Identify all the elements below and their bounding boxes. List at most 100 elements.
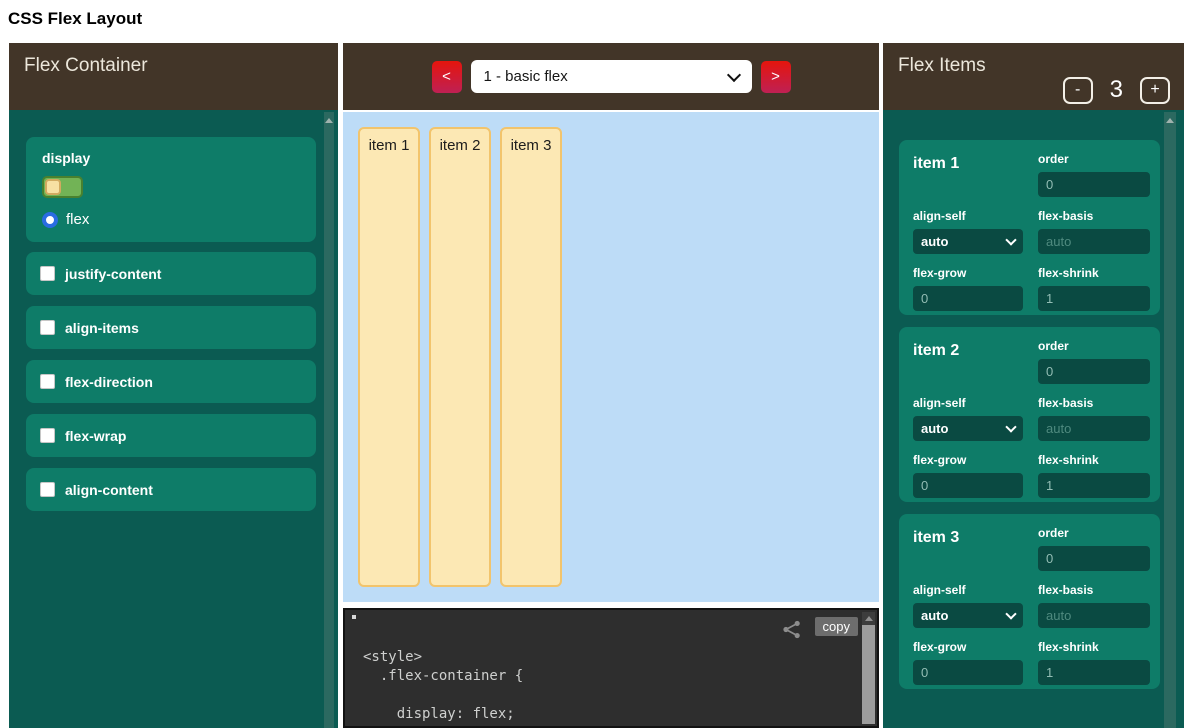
display-toggle[interactable] (42, 176, 83, 198)
order-input[interactable] (1038, 359, 1150, 384)
property-card-flex-wrap[interactable]: flex-wrap (26, 414, 316, 457)
flex-container-panel-body: display flex justify-content align-item (9, 110, 338, 728)
align-self-select-value: auto (921, 421, 948, 436)
right-panel-scrollbar[interactable] (1164, 112, 1176, 728)
chevron-down-icon (1005, 421, 1016, 432)
remove-item-button[interactable]: - (1063, 77, 1093, 104)
code-cursor-dot (352, 615, 356, 619)
chevron-down-icon (1005, 234, 1016, 245)
display-flex-option-label: flex (66, 211, 89, 228)
order-label: order (1038, 152, 1150, 166)
item-settings-card-1: item 1 order align-self auto (899, 140, 1160, 315)
example-picker-bar: < 1 - basic flex > (343, 43, 879, 110)
align-self-label: align-self (913, 209, 1023, 223)
flex-preview-container: item 1 item 2 item 3 (343, 112, 879, 602)
display-label: display (42, 150, 300, 166)
preview-flex-item: item 1 (358, 127, 420, 587)
property-card-justify-content[interactable]: justify-content (26, 252, 316, 295)
align-self-select-value: auto (921, 608, 948, 623)
order-label: order (1038, 339, 1150, 353)
property-label: align-content (65, 482, 153, 498)
scrollbar-thumb[interactable] (862, 625, 875, 724)
code-snippet: <style> .flex-container { display: flex; (363, 648, 855, 724)
flex-basis-label: flex-basis (1038, 209, 1150, 223)
next-example-button[interactable]: > (761, 61, 791, 93)
flex-shrink-field: flex-shrink (1038, 266, 1150, 311)
flex-basis-label: flex-basis (1038, 396, 1150, 410)
flex-grow-input[interactable] (913, 473, 1023, 498)
align-self-label: align-self (913, 583, 1023, 597)
display-card: display flex (26, 137, 316, 242)
checkbox-unchecked-icon[interactable] (40, 428, 55, 443)
order-field: order (1038, 339, 1150, 384)
preview-flex-item: item 2 (429, 127, 491, 587)
checkbox-unchecked-icon[interactable] (40, 266, 55, 281)
flex-basis-input[interactable] (1038, 416, 1150, 441)
code-panel-scrollbar[interactable] (862, 612, 875, 724)
flex-container-panel: Flex Container display flex justify-cont… (9, 43, 338, 728)
flex-grow-input[interactable] (913, 660, 1023, 685)
item-card-title: item 1 (913, 152, 1023, 197)
order-input[interactable] (1038, 172, 1150, 197)
flex-shrink-field: flex-shrink (1038, 453, 1150, 498)
chevron-down-icon (1005, 608, 1016, 619)
flex-grow-field: flex-grow (913, 266, 1023, 311)
checkbox-unchecked-icon[interactable] (40, 320, 55, 335)
property-card-align-content[interactable]: align-content (26, 468, 316, 511)
prev-example-button[interactable]: < (432, 61, 462, 93)
display-toggle-knob[interactable] (45, 179, 61, 195)
page-title: CSS Flex Layout (8, 9, 142, 29)
property-label: align-items (65, 320, 139, 336)
flex-shrink-label: flex-shrink (1038, 266, 1150, 280)
align-self-select[interactable]: auto (913, 416, 1023, 441)
left-panel-scrollbar[interactable] (324, 112, 334, 728)
order-field: order (1038, 152, 1150, 197)
add-item-button[interactable]: + (1140, 77, 1170, 104)
flex-shrink-input[interactable] (1038, 660, 1150, 685)
item-card-title: item 2 (913, 339, 1023, 384)
checkbox-unchecked-icon[interactable] (40, 482, 55, 497)
preview-flex-item: item 3 (500, 127, 562, 587)
code-line (363, 686, 855, 705)
align-self-field: align-self auto (913, 583, 1023, 628)
flex-basis-input[interactable] (1038, 229, 1150, 254)
display-flex-option[interactable]: flex (42, 211, 300, 228)
flex-shrink-field: flex-shrink (1038, 640, 1150, 685)
code-line: <style> (363, 648, 855, 667)
scroll-up-arrow-icon[interactable] (865, 616, 873, 621)
property-card-flex-direction[interactable]: flex-direction (26, 360, 316, 403)
flex-shrink-label: flex-shrink (1038, 640, 1150, 654)
flex-container-panel-header: Flex Container (9, 43, 338, 110)
property-label: flex-wrap (65, 428, 126, 444)
property-card-align-items[interactable]: align-items (26, 306, 316, 349)
flex-grow-input[interactable] (913, 286, 1023, 311)
flex-container-panel-title: Flex Container (24, 55, 323, 77)
order-input[interactable] (1038, 546, 1150, 571)
flex-items-panel: Flex Items - 3 + item 1 order (883, 43, 1184, 728)
scroll-up-arrow-icon[interactable] (325, 118, 333, 123)
scroll-up-arrow-icon[interactable] (1166, 118, 1174, 123)
chevron-down-icon (726, 67, 740, 81)
radio-checked-icon[interactable] (42, 212, 58, 228)
flex-shrink-input[interactable] (1038, 473, 1150, 498)
flex-basis-label: flex-basis (1038, 583, 1150, 597)
checkbox-unchecked-icon[interactable] (40, 374, 55, 389)
flex-items-panel-body: item 1 order align-self auto (883, 110, 1184, 728)
flex-basis-field: flex-basis (1038, 396, 1150, 441)
example-select[interactable]: 1 - basic flex (471, 60, 752, 93)
share-icon[interactable] (781, 620, 803, 639)
copy-code-button[interactable]: copy (815, 617, 858, 636)
example-select-value: 1 - basic flex (484, 68, 568, 85)
code-line: display: flex; (363, 705, 855, 724)
property-label: justify-content (65, 266, 161, 282)
flex-items-panel-title: Flex Items (898, 55, 1169, 77)
align-self-select-value: auto (921, 234, 948, 249)
flex-shrink-input[interactable] (1038, 286, 1150, 311)
align-self-select[interactable]: auto (913, 229, 1023, 254)
align-self-select[interactable]: auto (913, 603, 1023, 628)
flex-basis-input[interactable] (1038, 603, 1150, 628)
order-label: order (1038, 526, 1150, 540)
flex-basis-field: flex-basis (1038, 209, 1150, 254)
property-label: flex-direction (65, 374, 153, 390)
flex-shrink-label: flex-shrink (1038, 453, 1150, 467)
